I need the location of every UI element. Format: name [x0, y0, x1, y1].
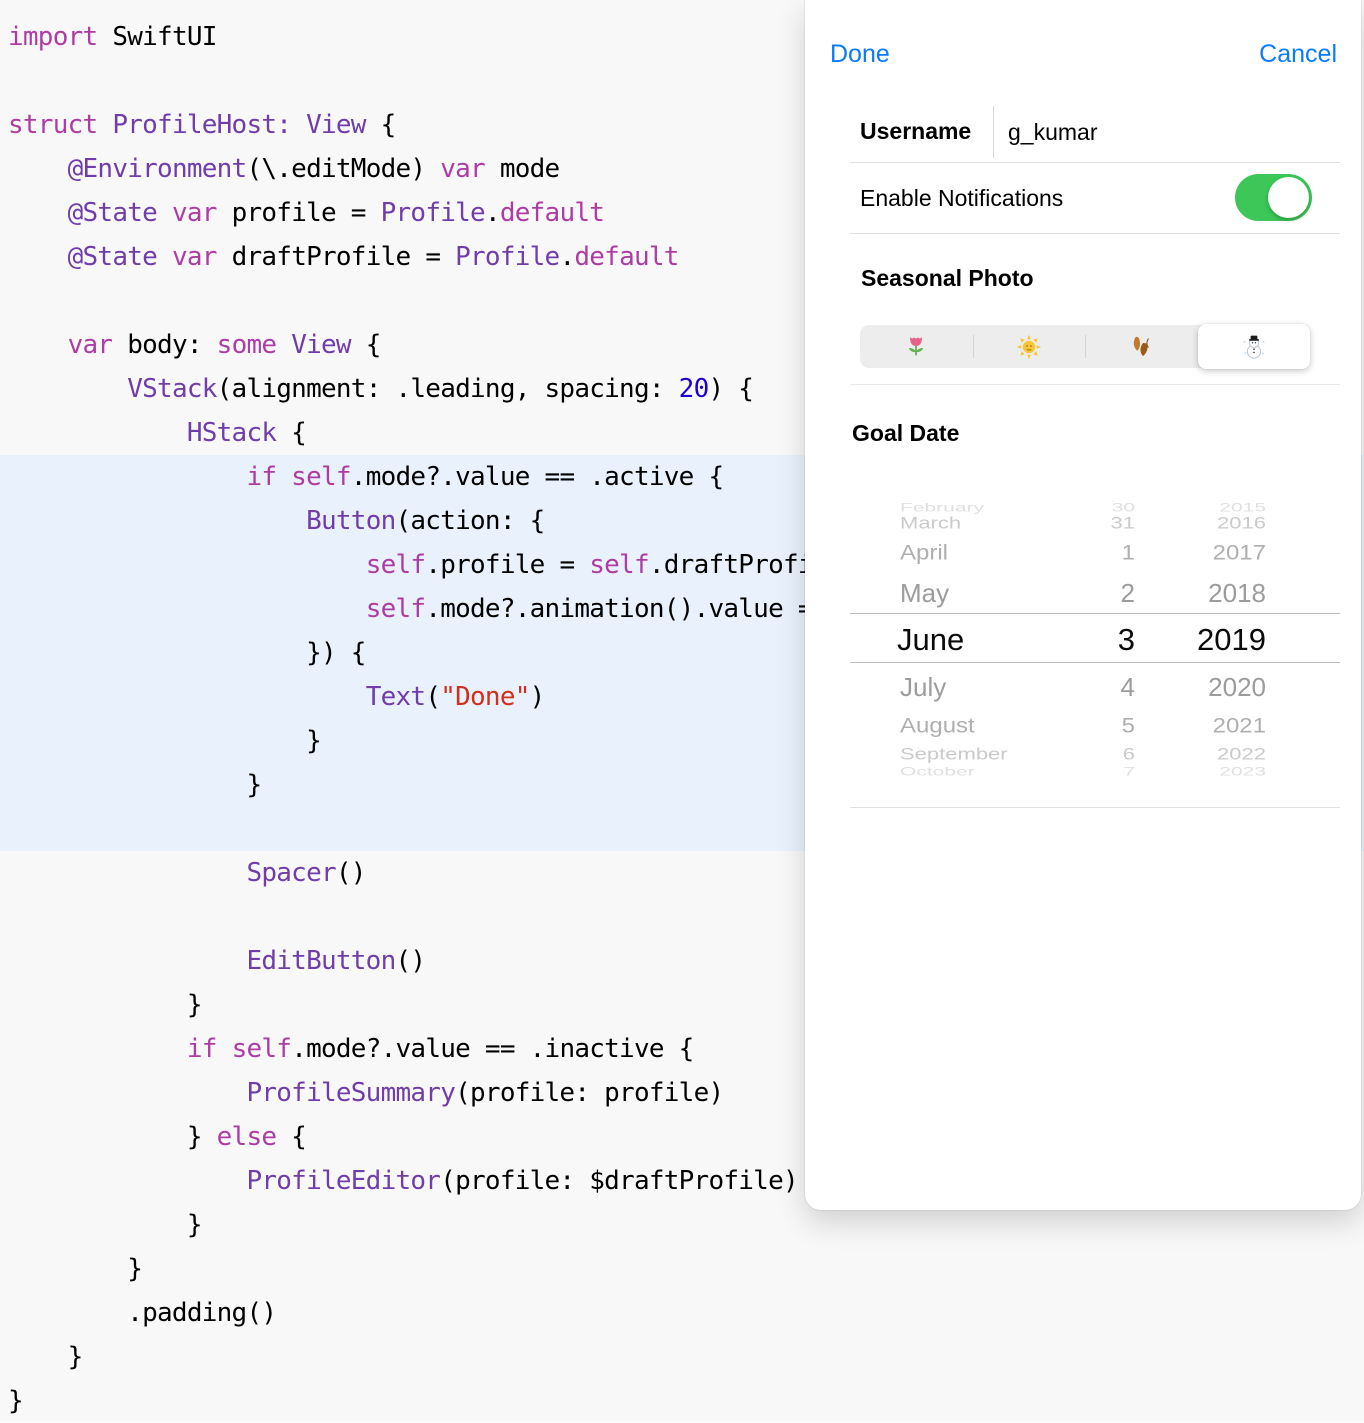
picker-year-value: 2017 — [1135, 535, 1266, 571]
row-divider — [850, 807, 1340, 808]
row-divider — [850, 162, 1340, 163]
profile-editor-panel: Done Cancel Username g_kumar Enable Noti… — [805, 0, 1361, 1210]
sun-with-face-icon — [1016, 334, 1042, 360]
segment-tulip[interactable] — [860, 325, 973, 368]
goal-date-picker[interactable]: February302015March312016April12017May22… — [805, 493, 1361, 790]
tulip-icon — [903, 334, 929, 360]
picker-month-value: May — [900, 573, 949, 613]
done-button[interactable]: Done — [830, 40, 890, 69]
row-divider — [850, 233, 1340, 234]
segment-sun-with-face[interactable] — [973, 325, 1086, 368]
picker-year-value: 2018 — [1135, 573, 1266, 613]
segment-fallen-leaves[interactable] — [1085, 325, 1198, 368]
picker-year-value: 2020 — [1135, 667, 1266, 707]
picker-day-value: 3 — [1035, 620, 1135, 660]
picker-selection-line — [850, 613, 1340, 614]
code-line: } — [0, 1335, 1364, 1379]
seasonal-photo-segmented-control — [860, 325, 1310, 368]
picker-row[interactable]: March 312016 — [805, 508, 1361, 538]
picker-row[interactable]: June 32019 — [805, 620, 1361, 660]
picker-year-value: 2016 — [1135, 508, 1266, 538]
enable-notifications-label: Enable Notifications — [860, 185, 1063, 212]
code-line: } — [0, 1247, 1364, 1291]
username-label: Username — [860, 118, 971, 145]
picker-day-value: 2 — [1035, 573, 1135, 613]
picker-month-value: October — [900, 760, 975, 783]
picker-year-value: 2023 — [1135, 760, 1266, 783]
picker-month-value: April — [900, 535, 948, 571]
picker-day-value: 31 — [1035, 508, 1135, 538]
notifications-toggle[interactable] — [1235, 174, 1312, 221]
toggle-knob — [1268, 177, 1309, 218]
cancel-button[interactable]: Cancel — [1259, 40, 1337, 69]
picker-day-value: 4 — [1035, 667, 1135, 707]
code-line: } — [0, 1379, 1364, 1423]
picker-day-value: 1 — [1035, 535, 1135, 571]
picker-month-value: June — [897, 620, 964, 660]
picker-row[interactable]: April 12017 — [805, 535, 1361, 571]
picker-day-value: 7 — [1035, 760, 1135, 783]
segment-snowman[interactable] — [1198, 324, 1311, 369]
seasonal-photo-label: Seasonal Photo — [861, 265, 1034, 292]
row-divider — [850, 384, 1340, 385]
picker-row[interactable]: July 42020 — [805, 667, 1361, 707]
picker-row[interactable]: May 22018 — [805, 573, 1361, 613]
snowman-icon — [1241, 334, 1267, 360]
picker-row[interactable]: October 72023 — [805, 760, 1361, 783]
picker-month-value: July — [900, 667, 946, 707]
fallen-leaves-icon — [1128, 334, 1154, 360]
picker-month-value: March — [900, 508, 961, 538]
code-line: .padding() — [0, 1291, 1364, 1335]
username-field[interactable]: g_kumar — [1008, 119, 1097, 146]
goal-date-label: Goal Date — [852, 420, 959, 447]
picker-selection-line — [850, 662, 1340, 663]
picker-year-value: 2019 — [1135, 620, 1266, 660]
username-divider — [993, 106, 994, 158]
